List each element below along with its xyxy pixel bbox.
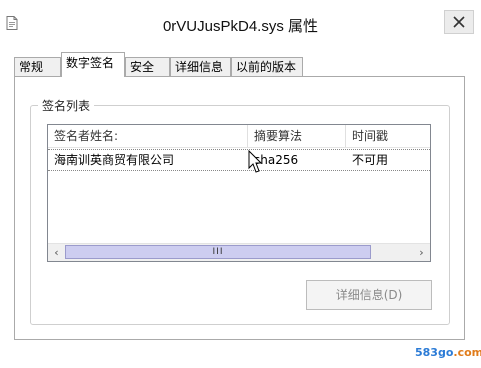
close-icon	[453, 16, 465, 28]
tab-label: 安全	[130, 60, 155, 74]
column-header-digest[interactable]: 摘要算法	[248, 125, 346, 147]
horizontal-scrollbar[interactable]: ‹ III ›	[48, 243, 430, 261]
title-bar[interactable]: 0rVUJusPkD4.sys 属性	[0, 0, 481, 40]
tab-label: 详细信息	[175, 60, 224, 74]
properties-window: 0rVUJusPkD4.sys 属性 常规 数字签名 安全 详细信息 以前的版本…	[0, 0, 481, 368]
close-button[interactable]	[444, 10, 474, 34]
list-header: 签名者姓名: 摘要算法 时间戳	[48, 125, 430, 148]
watermark: 583go.com	[415, 346, 481, 359]
tab-label: 常规	[19, 60, 44, 74]
signer-name-cell: 海南训英商贸有限公司	[54, 153, 175, 167]
tab-label: 数字签名	[66, 56, 115, 70]
scroll-thumb[interactable]: III	[65, 245, 371, 259]
details-button[interactable]: 详细信息(D)	[306, 280, 432, 310]
tab-previous-versions[interactable]: 以前的版本	[231, 57, 303, 77]
column-header-timestamp[interactable]: 时间戳	[346, 125, 430, 147]
tab-digital-signatures[interactable]: 数字签名	[61, 52, 125, 77]
tab-security[interactable]: 安全	[125, 57, 170, 77]
signature-list[interactable]: 签名者姓名: 摘要算法 时间戳 海南训英商贸有限公司 sha256 不可用 ‹ …	[47, 124, 431, 262]
tab-general[interactable]: 常规	[14, 57, 61, 77]
window-title: 0rVUJusPkD4.sys 属性	[162, 18, 319, 35]
scroll-right-icon[interactable]: ›	[413, 244, 430, 261]
group-label: 签名列表	[38, 97, 95, 114]
column-header-signer[interactable]: 签名者姓名:	[48, 125, 248, 147]
scroll-left-icon[interactable]: ‹	[48, 244, 65, 261]
timestamp-cell: 不可用	[352, 153, 389, 167]
tab-label: 以前的版本	[236, 60, 297, 74]
table-row[interactable]: 海南训英商贸有限公司 sha256 不可用	[48, 149, 430, 171]
digest-cell: sha256	[254, 153, 299, 167]
tab-details[interactable]: 详细信息	[170, 57, 231, 77]
text-cursor-icon	[248, 150, 262, 173]
scroll-grip-icon: III	[212, 247, 224, 257]
